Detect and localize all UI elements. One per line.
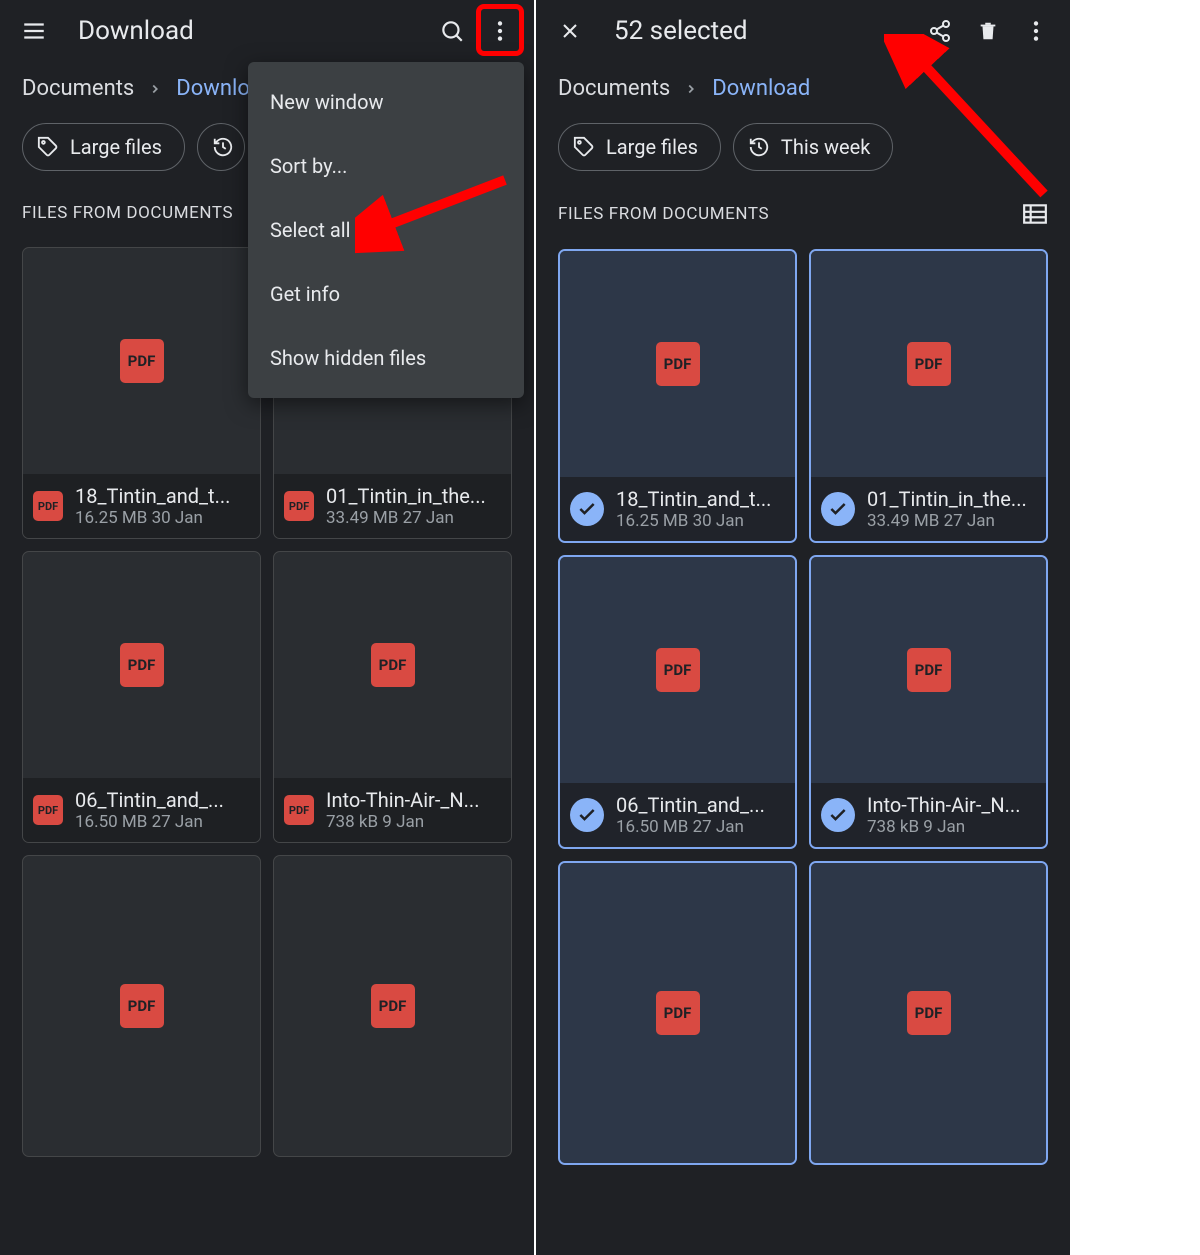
tag-icon	[573, 136, 595, 158]
file-thumb: PDF	[23, 552, 260, 778]
file-meta: 16.50 MB 27 Jan	[75, 812, 250, 832]
file-thumb: PDF	[274, 552, 511, 778]
breadcrumb-current[interactable]: Download	[712, 76, 810, 101]
file-name: 06_Tintin_and_...	[75, 788, 250, 812]
file-tile[interactable]: PDF 01_Tintin_in_the... 33.49 MB 27 Jan	[809, 249, 1048, 543]
pdf-icon: PDF	[120, 339, 164, 383]
breadcrumb: Documents Download	[536, 62, 1070, 107]
file-thumb: PDF	[811, 251, 1046, 477]
pdf-icon: PDF	[371, 984, 415, 1028]
file-tile[interactable]: PDF PDF Into-Thin-Air-_N... 738 kB 9 Jan	[273, 551, 512, 843]
file-thumb: PDF	[560, 251, 795, 477]
section-header: FILES FROM DOCUMENTS	[536, 171, 1070, 235]
menu-get-info[interactable]: Get info	[248, 262, 524, 326]
chip-large-files[interactable]: Large files	[558, 123, 721, 171]
overflow-menu: New window Sort by... Select all Get inf…	[248, 62, 524, 398]
overflow-menu-icon[interactable]	[476, 7, 524, 55]
file-thumb: PDF	[23, 248, 260, 474]
pane-right: 52 selected Documents Download Large fil…	[536, 0, 1070, 1255]
pdf-icon: PDF	[656, 342, 700, 386]
file-tile[interactable]: PDF 18_Tintin_and_t... 16.25 MB 30 Jan	[558, 249, 797, 543]
chevron-right-icon	[148, 82, 162, 96]
menu-select-all[interactable]: Select all	[248, 198, 524, 262]
file-name: 18_Tintin_and_t...	[616, 487, 785, 511]
tag-icon	[37, 136, 59, 158]
history-icon	[212, 136, 234, 158]
file-name: 06_Tintin_and_...	[616, 793, 785, 817]
file-tile[interactable]: PDF	[273, 855, 512, 1157]
pdf-icon: PDF	[907, 648, 951, 692]
checkmark-icon	[821, 798, 855, 832]
overflow-menu-icon[interactable]	[1012, 7, 1060, 55]
file-meta: 16.25 MB 30 Jan	[616, 511, 785, 531]
file-tile[interactable]: PDF Into-Thin-Air-_N... 738 kB 9 Jan	[809, 555, 1048, 849]
pdf-icon: PDF	[284, 491, 314, 521]
close-icon[interactable]	[546, 7, 594, 55]
trash-icon[interactable]	[964, 7, 1012, 55]
file-tile[interactable]: PDF PDF 06_Tintin_and_... 16.50 MB 27 Ja…	[22, 551, 261, 843]
file-meta: 16.50 MB 27 Jan	[616, 817, 785, 837]
file-tile[interactable]: PDF PDF 18_Tintin_and_t... 16.25 MB 30 J…	[22, 247, 261, 539]
file-thumb: PDF	[560, 557, 795, 783]
breadcrumb-root[interactable]: Documents	[22, 76, 134, 101]
chip-this-week[interactable]: This week	[733, 123, 893, 171]
page-title: Download	[58, 16, 428, 46]
chip-label: This week	[781, 135, 870, 159]
menu-show-hidden[interactable]: Show hidden files	[248, 326, 524, 390]
breadcrumb-root[interactable]: Documents	[558, 76, 670, 101]
file-meta: 33.49 MB 27 Jan	[867, 511, 1036, 531]
file-name: 18_Tintin_and_t...	[75, 484, 250, 508]
list-view-icon[interactable]	[1022, 203, 1048, 225]
file-tile[interactable]: PDF 06_Tintin_and_... 16.50 MB 27 Jan	[558, 555, 797, 849]
chevron-right-icon	[684, 82, 698, 96]
top-bar: 52 selected	[536, 0, 1070, 62]
pdf-icon: PDF	[656, 991, 700, 1035]
pdf-icon: PDF	[33, 491, 63, 521]
history-icon	[748, 136, 770, 158]
file-meta: 33.49 MB 27 Jan	[326, 508, 501, 528]
file-meta: 738 kB 9 Jan	[326, 812, 501, 832]
search-icon[interactable]	[428, 7, 476, 55]
filter-chips: Large files This week	[536, 107, 1070, 171]
file-thumb: PDF	[560, 863, 795, 1163]
checkmark-icon	[821, 492, 855, 526]
pdf-icon: PDF	[120, 984, 164, 1028]
file-thumb: PDF	[274, 856, 511, 1156]
file-tile[interactable]: PDF	[558, 861, 797, 1165]
pdf-icon: PDF	[120, 643, 164, 687]
selection-count: 52 selected	[594, 16, 916, 46]
menu-new-window[interactable]: New window	[248, 70, 524, 134]
chip-label: Large files	[606, 135, 698, 159]
checkmark-icon	[570, 492, 604, 526]
file-name: Into-Thin-Air-_N...	[326, 788, 501, 812]
file-grid: PDF 18_Tintin_and_t... 16.25 MB 30 Jan P…	[536, 235, 1070, 1179]
chip-partial[interactable]	[197, 123, 245, 171]
pdf-icon: PDF	[33, 795, 63, 825]
file-name: 01_Tintin_in_the...	[326, 484, 501, 508]
file-name: 01_Tintin_in_the...	[867, 487, 1036, 511]
file-tile[interactable]: PDF	[22, 855, 261, 1157]
file-meta: 738 kB 9 Jan	[867, 817, 1036, 837]
pane-left: Download Documents Download Large files …	[0, 0, 534, 1255]
checkmark-icon	[570, 798, 604, 832]
file-tile[interactable]: PDF	[809, 861, 1048, 1165]
file-name: Into-Thin-Air-_N...	[867, 793, 1036, 817]
pdf-icon: PDF	[907, 342, 951, 386]
file-thumb: PDF	[23, 856, 260, 1156]
top-bar: Download	[0, 0, 534, 62]
file-thumb: PDF	[811, 557, 1046, 783]
section-title: FILES FROM DOCUMENTS	[22, 203, 233, 223]
menu-sort-by[interactable]: Sort by...	[248, 134, 524, 198]
chip-label: Large files	[70, 135, 162, 159]
file-thumb: PDF	[811, 863, 1046, 1163]
pdf-icon: PDF	[371, 643, 415, 687]
share-icon[interactable]	[916, 7, 964, 55]
hamburger-menu-icon[interactable]	[10, 7, 58, 55]
chip-large-files[interactable]: Large files	[22, 123, 185, 171]
pdf-icon: PDF	[656, 648, 700, 692]
section-title: FILES FROM DOCUMENTS	[558, 204, 769, 224]
file-meta: 16.25 MB 30 Jan	[75, 508, 250, 528]
pdf-icon: PDF	[284, 795, 314, 825]
pdf-icon: PDF	[907, 991, 951, 1035]
